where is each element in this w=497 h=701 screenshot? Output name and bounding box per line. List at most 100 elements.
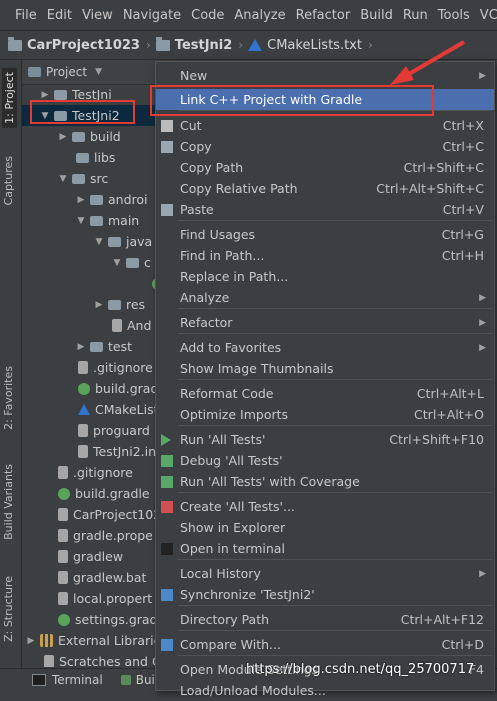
expand-down-icon[interactable]: ▼ (94, 237, 104, 247)
expand-down-icon[interactable]: ▼ (58, 174, 68, 184)
tree-item[interactable]: .gitignore (22, 462, 177, 483)
expand-right-icon[interactable]: ▶ (94, 300, 104, 310)
menu-item[interactable]: Open in terminal (156, 538, 494, 559)
menu-item[interactable]: Local History ▶ (156, 563, 494, 584)
tree-item[interactable]: ▼ c (22, 252, 177, 273)
menu-edit[interactable]: Edit (42, 8, 77, 23)
tab-captures[interactable]: Captures (2, 156, 15, 205)
menu-item[interactable]: Copy Ctrl+C (156, 136, 494, 157)
tree-item-label: External Librarie (58, 633, 162, 648)
menu-item[interactable]: Add to Favorites ▶ (156, 337, 494, 358)
tree-item[interactable]: build.gradle (22, 483, 177, 504)
menu-code[interactable]: Code (186, 8, 229, 23)
menu-item[interactable]: Reformat Code Ctrl+Alt+L (156, 383, 494, 404)
expand-right-icon[interactable]: ▶ (26, 636, 36, 646)
file-icon (58, 529, 68, 542)
menu-analyze[interactable]: Analyze (229, 8, 290, 23)
tab-build-variants[interactable]: Build Variants (2, 464, 15, 540)
menu-item[interactable]: Find Usages Ctrl+G (156, 224, 494, 245)
breadcrumb-module[interactable]: TestJni2 (155, 36, 232, 53)
menu-item-label: Run 'All Tests' (180, 432, 266, 447)
tree-item[interactable]: ▼ src (22, 168, 177, 189)
submenu-arrow-icon: ▶ (479, 317, 486, 328)
tree-item[interactable]: ▶ build (22, 126, 177, 147)
menu-view[interactable]: View (77, 8, 118, 23)
menu-item[interactable]: Cut Ctrl+X (156, 115, 494, 136)
tab-favorites[interactable]: 2: Favorites (2, 366, 15, 430)
expand-right-icon[interactable]: ▶ (76, 195, 86, 205)
tree-item[interactable]: libs (22, 147, 177, 168)
menu-tools[interactable]: Tools (433, 8, 475, 23)
menu-build[interactable]: Build (355, 8, 398, 23)
terminal-tab[interactable]: Terminal (32, 673, 103, 687)
tree-item[interactable]: gradlew (22, 546, 177, 567)
menu-vcs[interactable]: VCS (475, 8, 497, 23)
menu-item[interactable]: Analyze ▶ (156, 287, 494, 308)
tree-item[interactable]: gradle.prope (22, 525, 177, 546)
menu-item[interactable]: Optimize Imports Ctrl+Alt+O (156, 404, 494, 425)
menu-item[interactable]: Replace in Path... (156, 266, 494, 287)
expand-right-icon[interactable]: ▶ (58, 132, 68, 142)
compare-icon (161, 638, 173, 651)
tree-item[interactable]: ▶ androi (22, 189, 177, 210)
menu-item-label: Show in Explorer (180, 520, 286, 535)
menu-item-shortcut: Ctrl+Alt+L (416, 386, 484, 401)
submenu-arrow-icon: ▶ (479, 568, 486, 579)
expand-down-icon[interactable]: ▼ (76, 216, 86, 226)
menu-item[interactable]: Synchronize 'TestJni2' (156, 584, 494, 605)
tree-item[interactable]: ▼ java (22, 231, 177, 252)
tree-item[interactable]: ▶ test (22, 336, 177, 357)
tree-item[interactable]: CarProject102 (22, 504, 177, 525)
tab-structure[interactable]: Z: Structure (2, 576, 15, 642)
tree-item[interactable]: build.grad (22, 378, 177, 399)
breadcrumb-project[interactable]: CarProject1023 (8, 36, 140, 53)
menu-navigate[interactable]: Navigate (118, 8, 186, 23)
copy-icon (161, 140, 173, 153)
tree-item[interactable]: ▶ res (22, 294, 177, 315)
expand-down-icon[interactable]: ▼ (112, 258, 122, 268)
tree-item[interactable]: settings.grad (22, 609, 177, 630)
menu-item[interactable]: Run 'All Tests' with Coverage (156, 471, 494, 492)
menu-item[interactable]: Compare With... Ctrl+D (156, 634, 494, 655)
tree-item[interactable]: local.propert (22, 588, 177, 609)
expand-right-icon[interactable]: ▶ (76, 342, 86, 352)
menu-run[interactable]: Run (398, 8, 433, 23)
menu-item[interactable]: Show Image Thumbnails (156, 358, 494, 379)
menu-item[interactable]: Debug 'All Tests' (156, 450, 494, 471)
tree-item-label: build (90, 129, 121, 144)
tree-item[interactable]: And (22, 315, 177, 336)
tab-project[interactable]: 1: Project (2, 68, 17, 128)
sync-icon (161, 588, 173, 601)
menu-refactor[interactable]: Refactor (291, 8, 356, 23)
folder-icon (76, 152, 89, 163)
menu-item[interactable]: Directory Path Ctrl+Alt+F12 (156, 609, 494, 630)
menu-item[interactable]: Copy Relative Path Ctrl+Alt+Shift+C (156, 178, 494, 199)
tree-item-label: main (108, 213, 140, 228)
tree-item[interactable] (22, 273, 177, 294)
menu-item[interactable]: Show in Explorer (156, 517, 494, 538)
file-icon (58, 508, 68, 521)
menu-item[interactable]: Load/Unload Modules... (156, 680, 494, 701)
breadcrumb-file[interactable]: CMakeLists.txt (248, 38, 362, 53)
menu-item[interactable]: Paste Ctrl+V (156, 199, 494, 220)
menu-item[interactable]: Refactor ▶ (156, 312, 494, 333)
menu-highlight-box (150, 85, 434, 116)
tree-item[interactable]: Scratches and C (22, 651, 177, 667)
menu-item-label: Add to Favorites (180, 340, 282, 355)
tree-item[interactable]: .gitignore (22, 357, 177, 378)
tree-item[interactable]: CMakeList (22, 399, 177, 420)
expand-right-icon[interactable]: ▶ (40, 90, 50, 100)
tree-item[interactable]: proguard (22, 420, 177, 441)
menu-item[interactable]: Run 'All Tests' Ctrl+Shift+F10 (156, 429, 494, 450)
menu-item-shortcut: Ctrl+D (441, 637, 484, 652)
menu-item[interactable]: Create 'All Tests'... (156, 496, 494, 517)
tree-item[interactable]: gradlew.bat (22, 567, 177, 588)
menu-item[interactable]: Find in Path... Ctrl+H (156, 245, 494, 266)
menu-file[interactable]: File (10, 8, 42, 23)
tree-item[interactable]: ▶ External Librarie (22, 630, 177, 651)
project-panel-header[interactable]: Project ▼ (22, 60, 177, 85)
chevron-down-icon: ▼ (95, 67, 102, 77)
menu-item[interactable]: Copy Path Ctrl+Shift+C (156, 157, 494, 178)
tree-item[interactable]: ▼ main (22, 210, 177, 231)
tree-item[interactable]: TestJni2.in (22, 441, 177, 462)
